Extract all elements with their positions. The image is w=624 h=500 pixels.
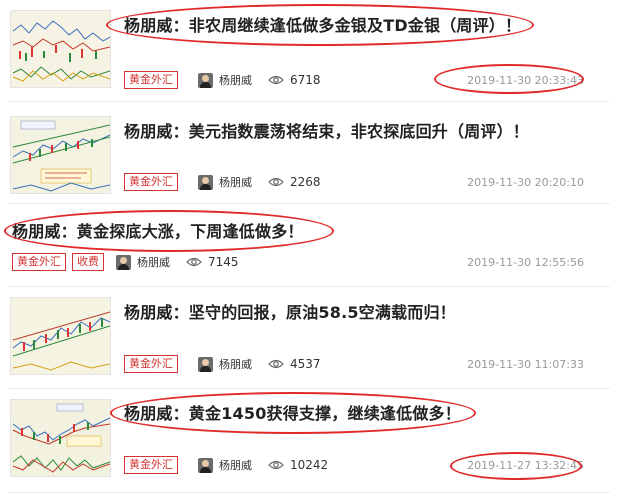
author-avatar [198, 356, 213, 372]
publish-time: 2019-11-30 20:33:43 [467, 74, 584, 87]
article-meta: 黄金外汇 杨朋威 6718 [124, 70, 321, 90]
author-avatar [198, 72, 213, 88]
paid-tag[interactable]: 收费 [72, 253, 104, 271]
author-name[interactable]: 杨朋威 [219, 457, 252, 473]
author-name[interactable]: 杨朋威 [137, 254, 170, 270]
article-item[interactable]: 杨朋威：美元指数震荡将结束，非农探底回升（周评）！ 黄金外汇 杨朋威 2268 … [0, 102, 624, 194]
article-thumbnail[interactable] [10, 116, 111, 194]
author-avatar [198, 457, 213, 473]
author-name[interactable]: 杨朋威 [219, 356, 252, 372]
view-count: 7145 [208, 255, 239, 269]
article-meta: 黄金外汇 杨朋威 4537 [124, 354, 321, 374]
article-title[interactable]: 杨朋威：坚守的回报，原油58.5空满载而归！ [124, 299, 456, 323]
category-tag[interactable]: 黄金外汇 [124, 173, 178, 191]
view-count: 10242 [290, 458, 329, 472]
author-name[interactable]: 杨朋威 [219, 72, 252, 88]
eye-icon [268, 460, 284, 470]
article-title[interactable]: 杨朋威：黄金1450获得支撑，继续逢低做多！ [124, 400, 461, 424]
publish-time: 2019-11-30 11:07:33 [467, 358, 584, 371]
eye-icon [268, 75, 284, 85]
article-thumbnail[interactable] [10, 10, 111, 88]
article-item[interactable]: 杨朋威：黄金探底大涨，下周逢低做多！ 黄金外汇 收费 杨朋威 7145 2019… [0, 204, 624, 282]
author-avatar [198, 174, 213, 190]
article-meta: 黄金外汇 杨朋威 10242 [124, 455, 328, 475]
author-name[interactable]: 杨朋威 [219, 174, 252, 190]
category-tag[interactable]: 黄金外汇 [124, 456, 178, 474]
article-thumbnail[interactable] [10, 399, 111, 477]
publish-time: 2019-11-30 12:55:56 [467, 256, 584, 269]
publish-time: 2019-11-27 13:32:45 [467, 459, 584, 472]
eye-icon [186, 257, 202, 267]
article-title[interactable]: 杨朋威：非农周继续逢低做多金银及TD金银（周评）！ [124, 12, 521, 36]
view-count: 6718 [290, 73, 321, 87]
divider [8, 492, 610, 493]
category-tag[interactable]: 黄金外汇 [12, 253, 66, 271]
eye-icon [268, 177, 284, 187]
article-item[interactable]: 杨朋威：黄金1450获得支撑，继续逢低做多！ 黄金外汇 杨朋威 10242 20… [0, 389, 624, 500]
article-title[interactable]: 杨朋威：黄金探底大涨，下周逢低做多！ [12, 218, 304, 242]
category-tag[interactable]: 黄金外汇 [124, 71, 178, 89]
article-item[interactable]: 杨朋威：非农周继续逢低做多金银及TD金银（周评）！ 黄金外汇 杨朋威 6718 … [0, 0, 624, 98]
author-avatar [116, 254, 131, 270]
publish-time: 2019-11-30 20:20:10 [467, 176, 584, 189]
category-tag[interactable]: 黄金外汇 [124, 355, 178, 373]
article-thumbnail[interactable] [10, 297, 111, 375]
article-meta: 黄金外汇 收费 杨朋威 7145 [12, 252, 239, 272]
view-count: 4537 [290, 357, 321, 371]
view-count: 2268 [290, 175, 321, 189]
article-item[interactable]: 杨朋威：坚守的回报，原油58.5空满载而归！ 黄金外汇 杨朋威 4537 201… [0, 287, 624, 385]
article-title[interactable]: 杨朋威：美元指数震荡将结束，非农探底回升（周评）！ [124, 118, 529, 142]
eye-icon [268, 359, 284, 369]
article-meta: 黄金外汇 杨朋威 2268 [124, 172, 321, 192]
